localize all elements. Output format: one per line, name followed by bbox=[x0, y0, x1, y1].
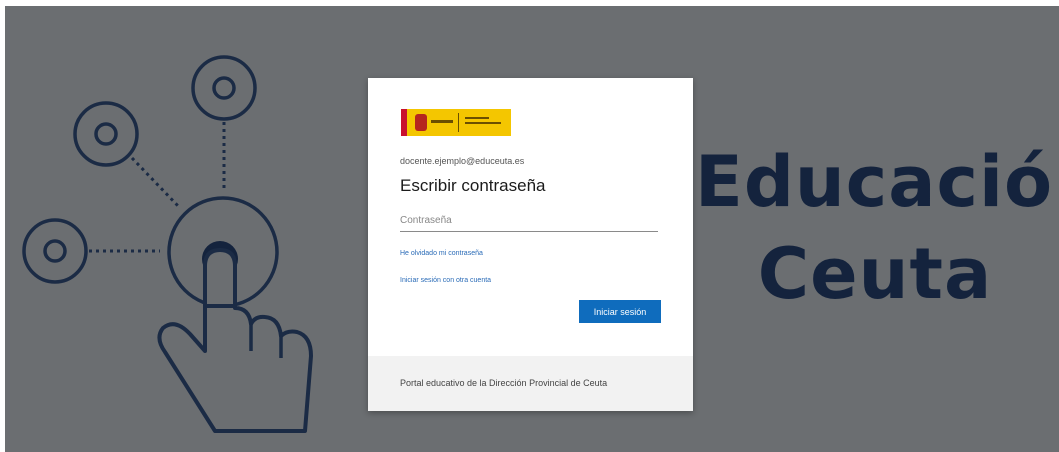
government-logo bbox=[401, 109, 511, 136]
touch-network-illustration bbox=[22, 55, 313, 433]
brand-title: Educación Ceuta bbox=[695, 141, 1059, 315]
page-title: Escribir contraseña bbox=[400, 176, 546, 195]
target-circle-icon bbox=[73, 101, 139, 167]
touch-hand-icon bbox=[157, 241, 313, 433]
target-circle-icon bbox=[22, 218, 88, 284]
target-circle-icon bbox=[191, 55, 257, 121]
password-field[interactable] bbox=[400, 209, 658, 232]
footer-text: Portal educativo de la Dirección Provinc… bbox=[400, 378, 608, 388]
brand-line-ceuta: Ceuta bbox=[757, 232, 993, 315]
account-email: docente.ejemplo@educeuta.es bbox=[400, 156, 525, 166]
login-card: docente.ejemplo@educeuta.es Escribir con… bbox=[368, 78, 693, 411]
brand-line-educacion: Educación bbox=[695, 141, 1059, 223]
forgot-password-link[interactable]: He olvidado mi contraseña bbox=[400, 250, 483, 257]
page-background: Educación Ceuta docente.ejemplo@educeuta… bbox=[5, 6, 1059, 452]
other-account-link[interactable]: Iniciar sesión con otra cuenta bbox=[400, 277, 491, 284]
card-footer: Portal educativo de la Dirección Provinc… bbox=[368, 356, 693, 411]
signin-button[interactable]: Iniciar sesión bbox=[579, 300, 661, 323]
coat-of-arms-icon bbox=[415, 114, 427, 131]
